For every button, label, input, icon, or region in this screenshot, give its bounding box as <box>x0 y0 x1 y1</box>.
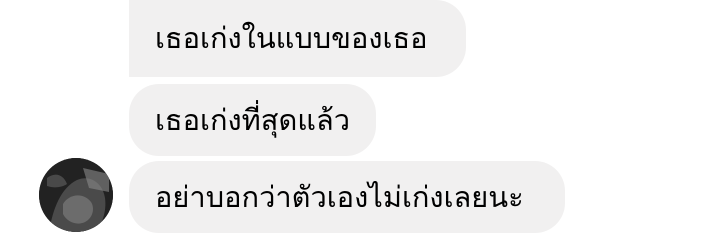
message-text: อย่าบอกว่าตัวเองไม่เก่งเลยนะ <box>155 179 524 214</box>
avatar[interactable] <box>39 158 113 232</box>
message-bubble[interactable]: เธอเก่งในแบบของเธอ <box>129 0 466 77</box>
chat-thread: เธอเก่งในแบบของเธอ เธอเก่งที่สุดแล้ว อย่… <box>0 0 722 241</box>
message-bubble[interactable]: อย่าบอกว่าตัวเองไม่เก่งเลยนะ <box>129 161 565 233</box>
message-text: เธอเก่งในแบบของเธอ <box>155 21 428 55</box>
message-text: เธอเก่งที่สุดแล้ว <box>155 102 351 137</box>
avatar-photo-icon <box>39 158 113 232</box>
message-bubble[interactable]: เธอเก่งที่สุดแล้ว <box>129 84 376 156</box>
